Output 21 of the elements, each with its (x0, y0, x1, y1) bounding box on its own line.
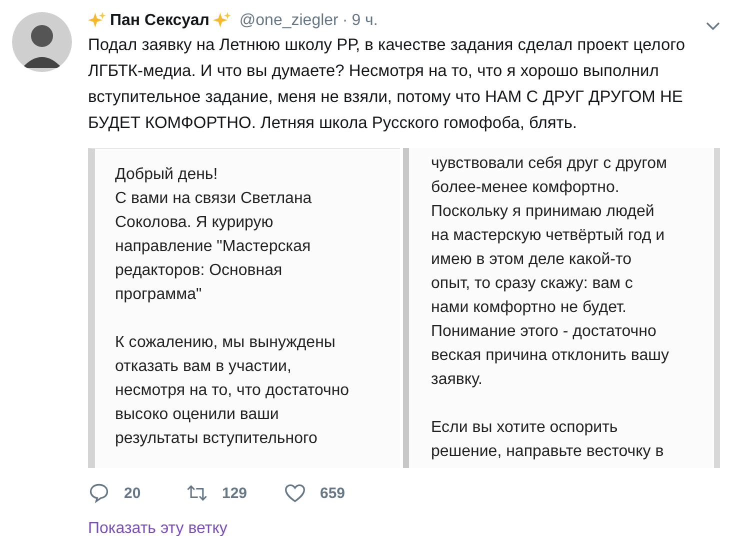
message-paragraph: Если вы хотите оспорить решение, направьте весточку в (431, 418, 665, 462)
action-count: 20 (124, 484, 141, 502)
tweet-time[interactable]: 9 ч. (352, 12, 378, 30)
sparkle-icon (88, 12, 106, 30)
show-thread-link[interactable]: Показать эту ветку (88, 520, 228, 536)
message-paragraph: чувствовали себя друг с другом более-менее комфортно. Поскольку я принимаю людей на мастерскую четвёртый год и имею в этом деле какой-то опыт, то сразу скажу: вам с нами комфортно не будет. Понимание этого - достаточно веская причина отклонить вашу заявку. (431, 154, 670, 390)
heart-icon[interactable] (284, 482, 306, 504)
document-screenshot[interactable] (88, 148, 400, 468)
avatar[interactable] (12, 12, 72, 72)
message-paragraph: К сожалению, мы вынуждены отказать вам в участии, несмотря на то, что достаточно высоко оценили ваши результаты вступительного (115, 333, 350, 449)
message-paragraph: Добрый день! С вами на связи Светлана Соколова. Я курирую направление "Мастерская редакторов: Основная программа" (115, 165, 313, 305)
action-count: 659 (320, 484, 346, 502)
sparkle-icon (213, 12, 232, 30)
speech-bubble-icon[interactable] (88, 482, 110, 504)
tweet-text: Подал заявку на Летнюю школу РР, в качестве задания сделал проект целого ЛГБТК-медиа. И что вы думаете? Несмотря на то, что я хорошо выполнил вступительное задание, меня не взяли, потому что НАМ С ДРУГ ДРУГОМ НЕ БУДЕТ КОМФОРТНО. Летняя школа Русского гомофоба, блять. (88, 35, 686, 134)
user-handle[interactable]: @one_ziegler (239, 12, 338, 30)
document-screenshot[interactable] (403, 148, 720, 468)
caret-icon[interactable] (706, 22, 720, 30)
display-name[interactable]: Пан Сексуал (110, 12, 210, 30)
separator: · (342, 12, 348, 30)
action-count: 129 (222, 484, 248, 502)
